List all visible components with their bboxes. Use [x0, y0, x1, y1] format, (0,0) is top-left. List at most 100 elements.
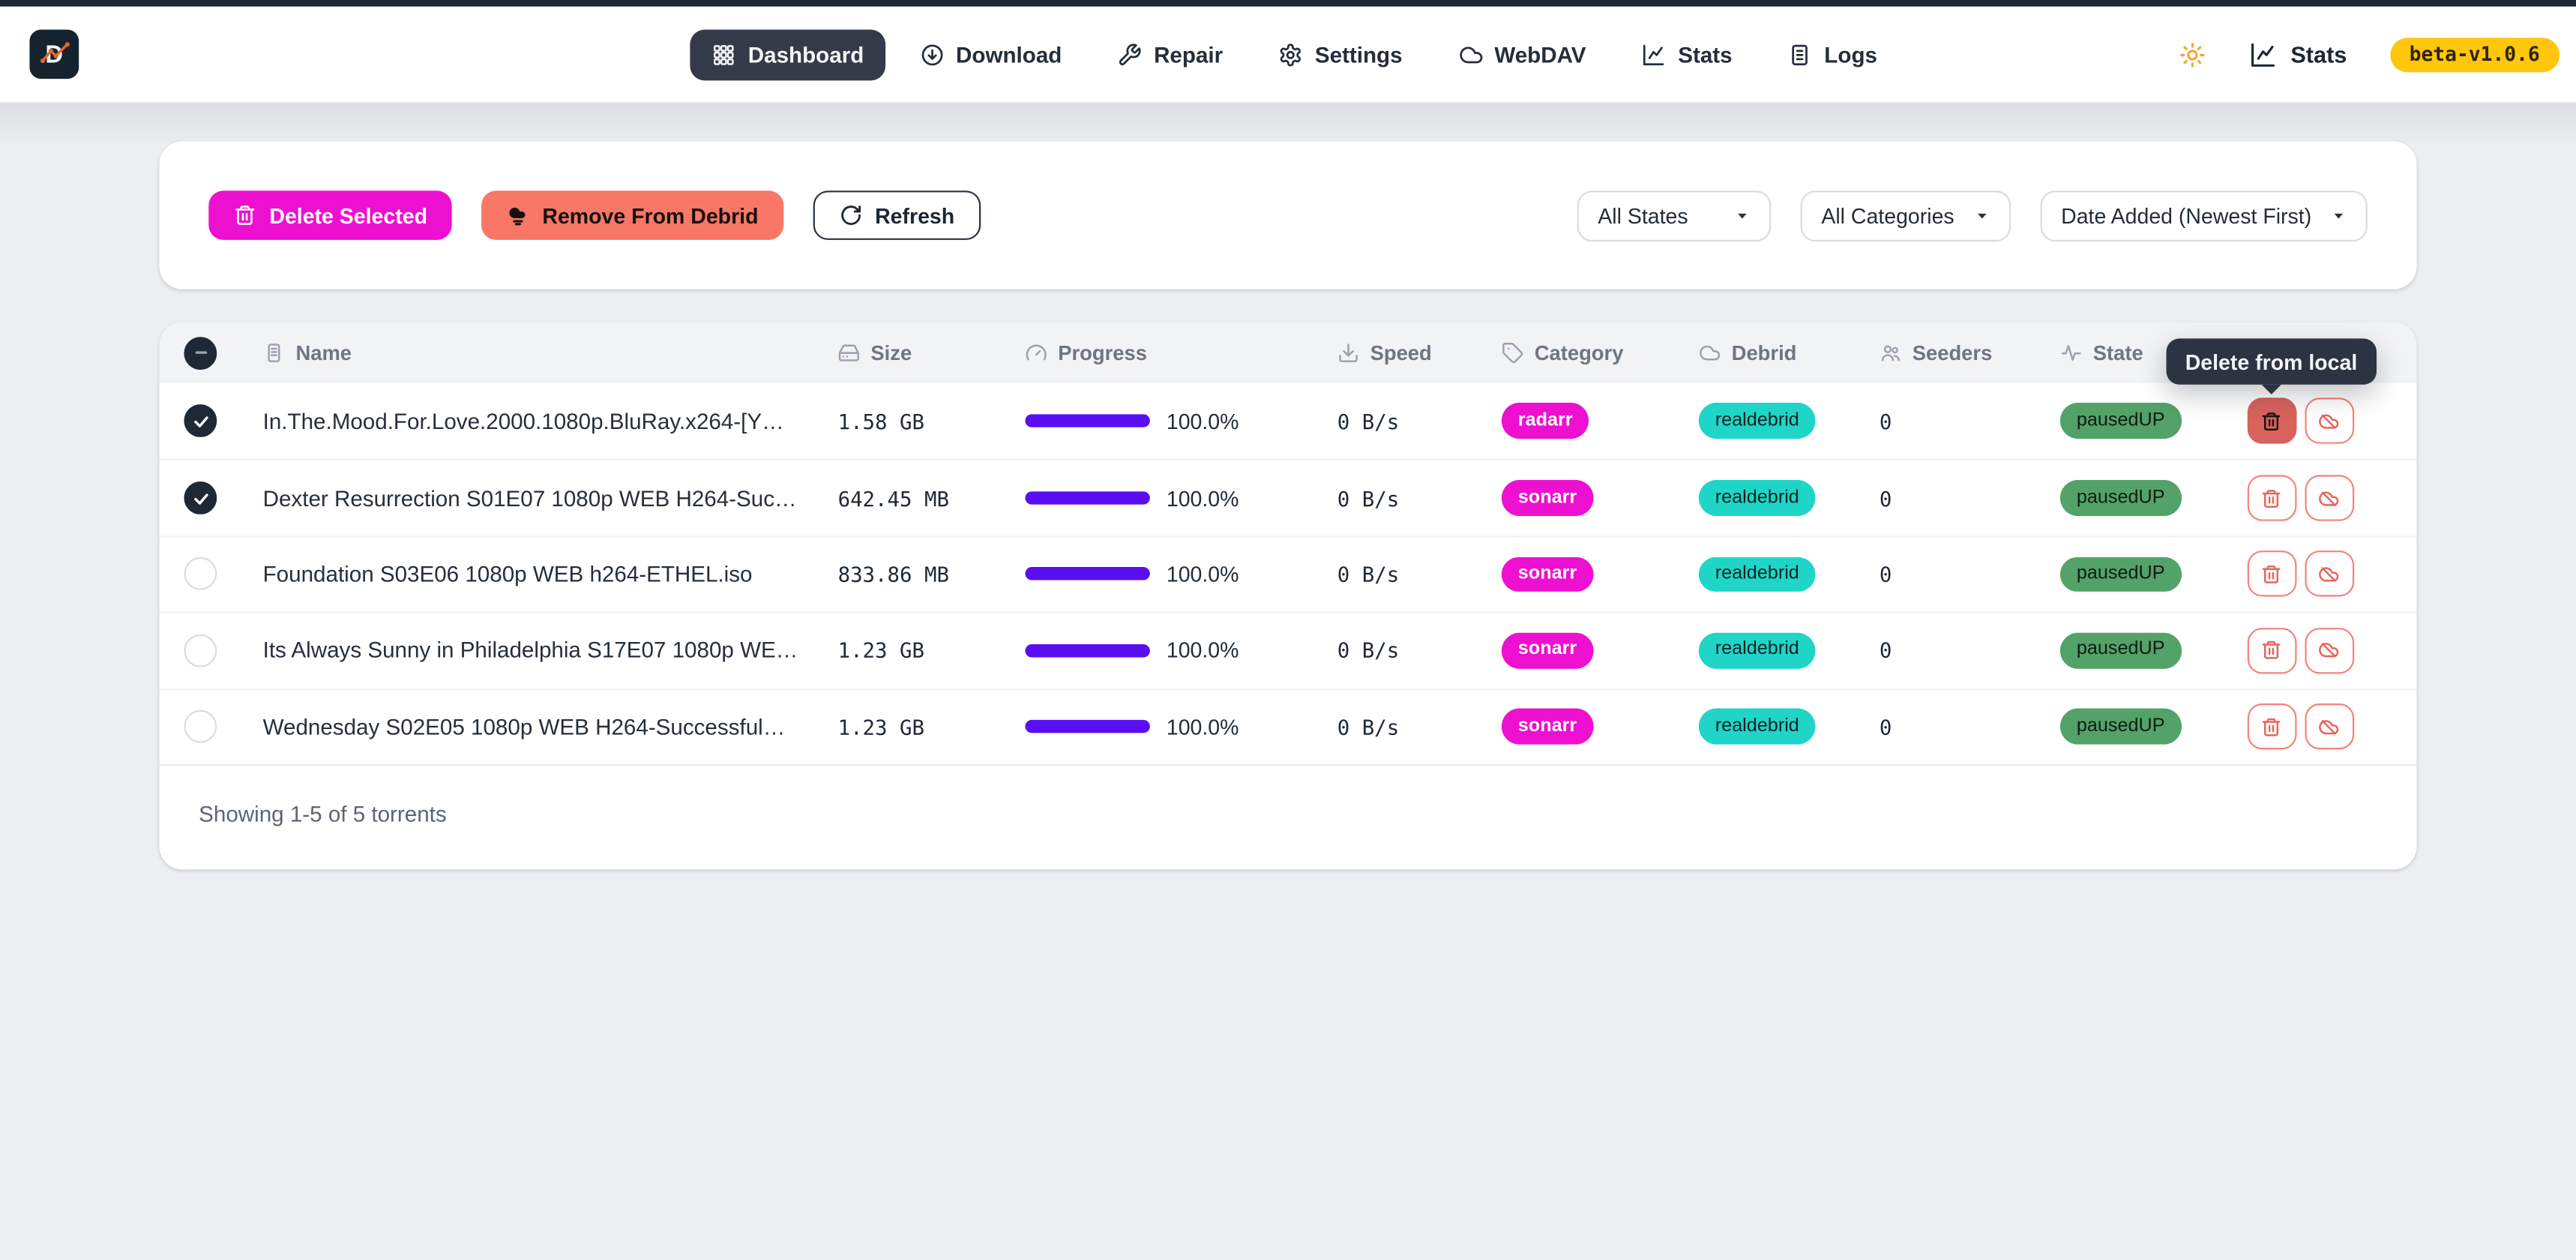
progress-fill: [1025, 568, 1150, 581]
nav-item-download[interactable]: Download: [898, 28, 1083, 80]
column-header-size[interactable]: Size: [816, 341, 1004, 364]
delete-local-button[interactable]: [2247, 628, 2296, 674]
delete-local-button[interactable]: [2247, 475, 2296, 520]
toolbar-card: Delete Selected Remove From Debrid Refre…: [160, 141, 2417, 289]
app-logo[interactable]: D: [29, 29, 79, 79]
download-tray-icon: [1337, 341, 1360, 364]
category-badge: radarr: [1502, 403, 1589, 439]
category-badge: sonarr: [1502, 632, 1593, 668]
stats-link[interactable]: Stats: [2250, 40, 2347, 68]
remove-from-debrid-label: Remove From Debrid: [542, 203, 758, 228]
trash-icon: [2260, 640, 2281, 661]
cloud-icon: [1699, 341, 1721, 364]
filter-sort[interactable]: Date Added (Newest First): [2040, 190, 2368, 241]
nav-item-logs[interactable]: Logs: [1767, 28, 1899, 80]
delete-local-button[interactable]: [2247, 551, 2296, 597]
trash-icon: [2260, 716, 2281, 737]
torrent-name: Dexter Resurrection S01E07 1080p WEB H26…: [241, 486, 816, 511]
torrent-speed: 0 B/s: [1316, 562, 1480, 586]
download-circle-icon: [920, 42, 945, 67]
delete-local-button[interactable]: [2247, 704, 2296, 749]
gauge-icon: [1025, 341, 1047, 364]
remove-debrid-button[interactable]: [2304, 398, 2353, 444]
state-badge: pausedUP: [2060, 480, 2182, 516]
nav-item-stats[interactable]: Stats: [1621, 28, 1754, 80]
check-icon: [191, 489, 209, 507]
seeders-count: 0: [1858, 409, 2038, 434]
progress-label: 100.0%: [1167, 409, 1239, 434]
torrent-speed: 0 B/s: [1316, 486, 1480, 511]
remove-debrid-button[interactable]: [2304, 475, 2353, 520]
nav-item-repair[interactable]: Repair: [1096, 28, 1244, 80]
torrent-size: 1.58 GB: [816, 409, 1004, 434]
table-header-row: Name Size Progress Speed Category: [160, 322, 2417, 383]
progress-label: 100.0%: [1167, 486, 1239, 511]
caret-down-icon: [1734, 208, 1749, 223]
row-checkbox[interactable]: [184, 558, 217, 591]
delete-local-button[interactable]: [2247, 398, 2296, 444]
stats-link-label: Stats: [2290, 41, 2347, 68]
progress-label: 100.0%: [1167, 638, 1239, 663]
caret-down-icon: [1974, 208, 1989, 223]
delete-selected-button[interactable]: Delete Selected: [208, 190, 452, 240]
cloud-off-icon: [2318, 564, 2339, 585]
table-body: In.The.Mood.For.Love.2000.1080p.BluRay.x…: [160, 383, 2417, 764]
nav-item-webdav[interactable]: WebDAV: [1437, 28, 1607, 80]
torrent-name: Wednesday S02E05 1080p WEB H264-Successf…: [241, 715, 816, 740]
torrent-name: Foundation S03E06 1080p WEB h264-ETHEL.i…: [241, 562, 816, 586]
remove-from-debrid-button[interactable]: Remove From Debrid: [481, 190, 783, 240]
table-row: Foundation S03E06 1080p WEB h264-ETHEL.i…: [160, 536, 2417, 612]
cloud-off-icon: [2318, 410, 2339, 431]
column-header-category[interactable]: Category: [1480, 341, 1677, 364]
torrent-size: 642.45 MB: [816, 486, 1004, 511]
theme-toggle-button[interactable]: [2179, 40, 2206, 68]
progress-bar: [1025, 720, 1150, 734]
remove-debrid-button[interactable]: [2304, 551, 2353, 597]
column-header-seeders[interactable]: Seeders: [1858, 341, 2038, 364]
select-all-checkbox[interactable]: [184, 336, 217, 369]
column-header-speed[interactable]: Speed: [1316, 341, 1480, 364]
gear-icon: [1279, 42, 1304, 67]
trash-icon: [2260, 410, 2281, 431]
line-chart-icon: [1642, 42, 1667, 67]
window-top-strip: [0, 0, 2576, 7]
cloud-icon: [1458, 42, 1483, 67]
wrench-icon: [1118, 42, 1143, 67]
torrent-name: Its Always Sunny in Philadelphia S17E07 …: [241, 638, 816, 663]
filter-states[interactable]: All States: [1577, 190, 1771, 241]
trash-icon: [2260, 488, 2281, 508]
state-badge: pausedUP: [2060, 632, 2182, 668]
filter-categories[interactable]: All Categories: [1800, 190, 2010, 241]
refresh-button[interactable]: Refresh: [813, 190, 981, 240]
users-icon: [1880, 341, 1902, 364]
nav-item-settings[interactable]: Settings: [1257, 28, 1424, 80]
category-badge: sonarr: [1502, 556, 1593, 592]
torrent-size: 1.23 GB: [816, 715, 1004, 740]
sun-icon: [2179, 40, 2206, 68]
line-chart-icon: [2250, 40, 2278, 68]
nav-item-dashboard[interactable]: Dashboard: [690, 28, 885, 80]
torrent-speed: 0 B/s: [1316, 409, 1480, 434]
remove-debrid-button[interactable]: [2304, 628, 2353, 674]
debrid-badge: realdebrid: [1699, 632, 1816, 668]
column-header-debrid[interactable]: Debrid: [1677, 341, 1858, 364]
debrid-badge: realdebrid: [1699, 709, 1816, 745]
row-checkbox[interactable]: [184, 482, 217, 514]
debrid-badge: realdebrid: [1699, 556, 1816, 592]
file-icon: [263, 341, 286, 364]
remove-debrid-button[interactable]: [2304, 704, 2353, 749]
state-badge: pausedUP: [2060, 709, 2182, 745]
seeders-count: 0: [1858, 562, 2038, 586]
refresh-icon: [839, 204, 862, 227]
row-checkbox[interactable]: [184, 634, 217, 668]
column-header-progress[interactable]: Progress: [1004, 341, 1316, 364]
progress-fill: [1025, 491, 1150, 505]
check-icon: [191, 412, 209, 430]
cloud-remove-icon: [506, 204, 529, 227]
column-header-name[interactable]: Name: [241, 341, 816, 364]
row-checkbox[interactable]: [184, 404, 217, 437]
table-row: In.The.Mood.For.Love.2000.1080p.BluRay.x…: [160, 383, 2417, 460]
grid-icon: [712, 42, 737, 67]
row-checkbox[interactable]: [184, 710, 217, 743]
state-badge: pausedUP: [2060, 403, 2182, 439]
